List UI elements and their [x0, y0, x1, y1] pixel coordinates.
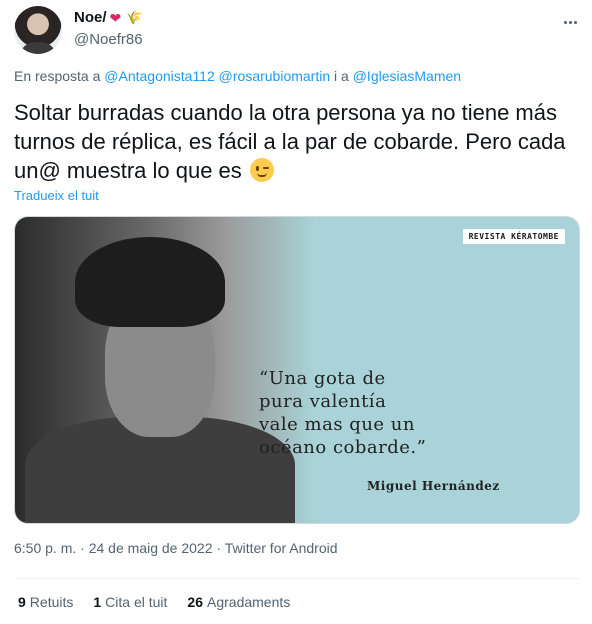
wink-emoji-icon — [249, 158, 274, 182]
quote-text: “Una gota de pura valentía vale mas que … — [259, 367, 479, 459]
engagement-stats: 9 Retuits 1 Cita el tuit 26 Agradaments — [18, 594, 290, 610]
heart-icon: ❤ — [109, 10, 122, 26]
display-name-text[interactable]: Noe/ — [74, 8, 107, 28]
retweets-count: 9 — [18, 594, 26, 610]
tweet-header: Noe/ ❤ 🌾 @Noefr86 — [14, 6, 580, 56]
meta-separator: · — [216, 540, 225, 556]
quote-line: océano cobarde.” — [259, 437, 427, 458]
tweet-media[interactable]: REVISTA KÉRATOMBE “Una gota de pura vale… — [14, 216, 580, 524]
reply-prefix: En resposta a — [14, 68, 101, 84]
tweet-date[interactable]: 24 de maig de 2022 — [89, 540, 213, 556]
quote-line: “Una gota de — [259, 368, 386, 389]
user-handle[interactable]: @Noefr86 — [74, 30, 143, 50]
meta-separator: · — [80, 540, 89, 556]
tweet-text: Soltar burradas cuando la otra persona y… — [14, 98, 584, 185]
retweets-label: Retuits — [29, 594, 74, 610]
likes-label: Agradaments — [207, 594, 291, 610]
quote-author: Miguel Hernández — [367, 479, 500, 493]
quote-line: vale mas que un — [259, 414, 415, 435]
display-name[interactable]: Noe/ ❤ 🌾 — [74, 8, 143, 28]
likes-stat[interactable]: 26 Agradaments — [187, 594, 290, 610]
tweet-source: Twitter for Android — [224, 540, 338, 556]
reply-joiner: i a — [334, 68, 349, 84]
translate-tweet-link[interactable]: Tradueix el tuit — [14, 188, 99, 203]
avatar[interactable] — [14, 6, 62, 54]
mention-link[interactable]: @rosarubiomartin — [219, 68, 330, 84]
quotes-count: 1 — [93, 594, 102, 610]
quote-line: pura valentía — [259, 391, 387, 412]
retweets-stat[interactable]: 9 Retuits — [18, 594, 73, 610]
likes-count: 26 — [187, 594, 203, 610]
divider — [14, 578, 580, 579]
quotes-label: Cita el tuit — [105, 594, 168, 610]
wheat-icon: 🌾 — [126, 10, 143, 25]
mention-link[interactable]: @IglesiasMamen — [353, 68, 461, 84]
mention-link[interactable]: @Antagonista112 — [104, 68, 214, 84]
tweet-time[interactable]: 6:50 p. m. — [14, 540, 76, 556]
tweet-meta: 6:50 p. m. · 24 de maig de 2022 · Twitte… — [14, 540, 338, 556]
brand-tag: REVISTA KÉRATOMBE — [462, 229, 565, 244]
tweet-body: Soltar burradas cuando la otra persona y… — [14, 100, 566, 183]
reply-context: En resposta a @Antagonista112 @rosarubio… — [14, 68, 461, 84]
quotes-stat[interactable]: 1 Cita el tuit — [93, 594, 167, 610]
author-block: Noe/ ❤ 🌾 @Noefr86 — [74, 8, 143, 50]
more-options-icon[interactable] — [560, 12, 580, 32]
